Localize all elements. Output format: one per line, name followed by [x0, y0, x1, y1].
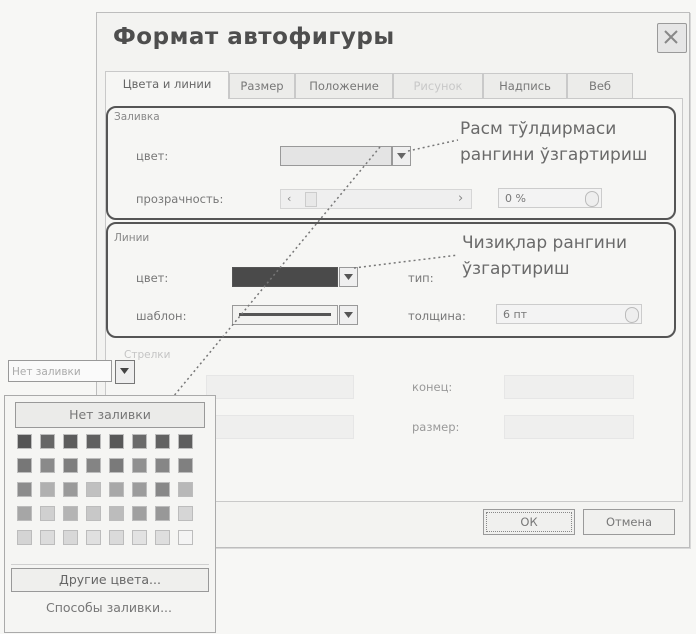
color-swatch[interactable]	[178, 506, 193, 521]
color-swatch[interactable]	[109, 458, 124, 473]
palette-divider	[11, 564, 209, 565]
color-swatch[interactable]	[86, 506, 101, 521]
line-annotation: Чизиқлар рангини ўзгартириш	[462, 230, 627, 282]
color-swatch[interactable]	[40, 530, 55, 545]
fill-combo[interactable]: Нет заливки	[8, 360, 135, 384]
fill-annotation: Расм тўлдирмаси рангини ўзгартириш	[460, 116, 647, 168]
fill-combo-dropdown[interactable]	[115, 360, 135, 384]
color-swatch[interactable]	[132, 458, 147, 473]
fill-annotation-line1: Расм тўлдирмаси	[460, 119, 617, 139]
cancel-button[interactable]: Отмена	[583, 509, 675, 535]
color-swatch[interactable]	[63, 506, 78, 521]
color-palette-popup: Нет заливки Другие цвета... Способы зали…	[4, 395, 216, 633]
color-swatch[interactable]	[40, 506, 55, 521]
color-swatch[interactable]	[17, 482, 32, 497]
color-swatch[interactable]	[40, 482, 55, 497]
tab-strip: Цвета и линии Размер Положение Рисунок Н…	[105, 71, 683, 99]
color-swatch[interactable]	[63, 530, 78, 545]
color-swatch[interactable]	[178, 482, 193, 497]
line-annotation-line2: ўзгартириш	[462, 259, 570, 279]
arrow-end-size[interactable]	[504, 415, 634, 439]
color-swatch[interactable]	[86, 530, 101, 545]
fill-combo-value[interactable]: Нет заливки	[8, 360, 112, 382]
close-button[interactable]	[657, 23, 687, 53]
color-swatch[interactable]	[63, 458, 78, 473]
color-swatch[interactable]	[17, 506, 32, 521]
fill-annotation-line2: рангини ўзгартириш	[460, 145, 648, 165]
fill-effects-button[interactable]: Способы заливки...	[11, 596, 207, 620]
chevron-down-icon	[120, 368, 129, 374]
color-swatch[interactable]	[17, 530, 32, 545]
tab-size[interactable]: Размер	[229, 73, 295, 98]
fill-effects-label: Способы заливки...	[45, 600, 172, 615]
more-colors-button[interactable]: Другие цвета...	[11, 568, 209, 592]
color-swatch[interactable]	[63, 482, 78, 497]
color-swatch[interactable]	[178, 434, 193, 449]
color-swatch[interactable]	[132, 434, 147, 449]
no-fill-button[interactable]: Нет заливки	[15, 402, 205, 428]
arrow-size-label: размер:	[412, 420, 460, 434]
color-swatch[interactable]	[86, 482, 101, 497]
arrow-start-size[interactable]	[206, 415, 354, 439]
color-swatch[interactable]	[132, 530, 147, 545]
color-swatch[interactable]	[109, 482, 124, 497]
ok-button[interactable]: ОК	[483, 509, 575, 535]
color-swatch[interactable]	[86, 434, 101, 449]
color-swatch[interactable]	[109, 506, 124, 521]
dialog-titlebar: Формат автофигуры	[97, 13, 689, 63]
color-swatch[interactable]	[155, 530, 170, 545]
close-icon	[664, 30, 678, 44]
line-annotation-line1: Чизиқлар рангини	[462, 233, 628, 253]
arrow-end-label: конец:	[412, 380, 453, 394]
color-swatch[interactable]	[17, 458, 32, 473]
color-swatch[interactable]	[132, 482, 147, 497]
more-colors-label: Другие цвета...	[59, 572, 161, 587]
color-swatch[interactable]	[178, 530, 193, 545]
dialog-title: Формат автофигуры	[113, 24, 395, 50]
color-swatch[interactable]	[109, 434, 124, 449]
tab-colors-lines[interactable]: Цвета и линии	[105, 71, 229, 99]
color-swatch[interactable]	[155, 434, 170, 449]
color-swatch[interactable]	[63, 434, 78, 449]
color-swatch[interactable]	[155, 458, 170, 473]
color-swatch[interactable]	[178, 458, 193, 473]
color-swatch[interactable]	[155, 482, 170, 497]
color-swatch[interactable]	[40, 434, 55, 449]
color-swatch[interactable]	[132, 506, 147, 521]
color-swatch[interactable]	[155, 506, 170, 521]
tab-position[interactable]: Положение	[295, 73, 393, 98]
color-swatch[interactable]	[17, 434, 32, 449]
tab-picture[interactable]: Рисунок	[393, 73, 483, 98]
tab-web[interactable]: Веб	[567, 73, 633, 98]
arrow-start-style[interactable]	[206, 375, 354, 399]
tab-textbox[interactable]: Надпись	[483, 73, 567, 98]
color-swatch[interactable]	[40, 458, 55, 473]
color-swatch[interactable]	[109, 530, 124, 545]
color-swatch[interactable]	[86, 458, 101, 473]
arrow-end-style[interactable]	[504, 375, 634, 399]
